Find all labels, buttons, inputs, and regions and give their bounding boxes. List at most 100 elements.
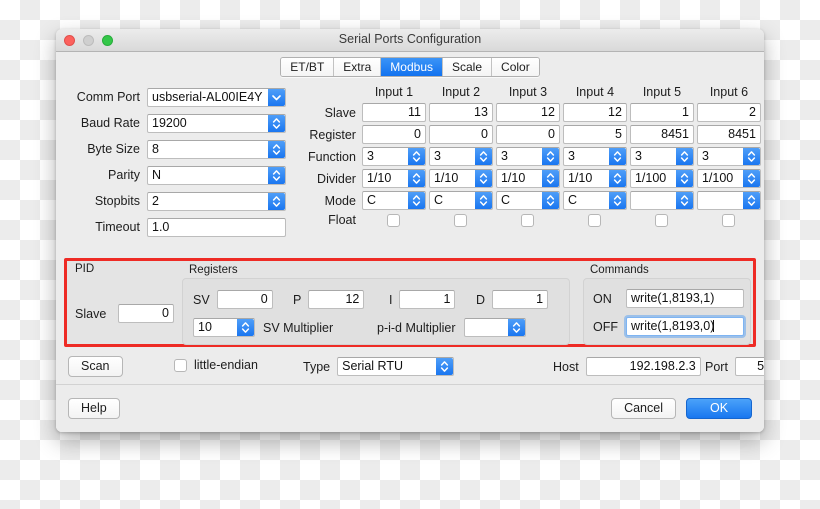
float-checkbox-2[interactable] [454,213,468,227]
register-input-5[interactable]: 8451 [629,125,694,144]
float-checkbox-4[interactable] [588,213,602,227]
pid-sv-field-row: SV 0 [193,290,273,309]
float-checkbox-3[interactable] [521,213,535,227]
stepper-updown-icon[interactable] [675,192,693,209]
dialog-footer: Help Cancel OK [56,384,764,432]
command-on-input[interactable]: write(1,8193,1) [626,289,744,308]
stepper-updown-icon[interactable] [268,166,285,184]
divider-stepper-6[interactable]: 1/100 [696,169,761,188]
mode-stepper-4[interactable]: C [562,191,627,210]
stepper-updown-icon[interactable] [541,170,559,187]
register-input-3[interactable]: 0 [495,125,560,144]
slave-input-1[interactable]: 11 [361,103,426,122]
stepper-updown-icon[interactable] [742,148,760,165]
command-on-label: ON [593,291,612,306]
register-input-2[interactable]: 0 [428,125,493,144]
slave-input-3[interactable]: 12 [495,103,560,122]
stepper-updown-icon[interactable] [407,170,425,187]
function-stepper-3[interactable]: 3 [495,147,560,166]
text-caret [713,320,715,332]
pid-i-input[interactable]: 1 [399,290,456,309]
mode-stepper-1[interactable]: C [361,191,426,210]
stepper-updown-icon[interactable] [268,114,285,132]
command-off-input[interactable]: write(1,8193,0) [626,317,744,336]
pid-sv-input[interactable]: 0 [216,290,273,309]
stepper-updown-icon[interactable] [608,148,626,165]
port-input[interactable]: 502 [734,357,764,376]
function-stepper-1[interactable]: 3 [361,147,426,166]
baud-rate-stepper[interactable]: 19200 [147,113,286,133]
register-input-6[interactable]: 8451 [696,125,761,144]
chevron-down-icon[interactable] [268,88,285,106]
function-stepper-4[interactable]: 3 [562,147,627,166]
row-label-mode: Mode [324,193,356,208]
divider-stepper-4[interactable]: 1/10 [562,169,627,188]
stepper-updown-icon[interactable] [268,192,285,210]
sv-multiplier-stepper[interactable]: 10 [193,318,255,337]
comm-port-row: Comm Port usbserial-AL00IE4Y [67,84,295,110]
comm-port-select[interactable]: usbserial-AL00IE4Y [147,87,286,107]
little-endian-checkbox[interactable] [174,358,187,372]
stepper-updown-icon[interactable] [675,170,693,187]
stepper-updown-icon[interactable] [474,148,492,165]
grid-corner [308,85,359,100]
divider-stepper-2[interactable]: 1/10 [428,169,493,188]
timeout-input[interactable]: 1.0 [147,217,286,237]
function-stepper-5[interactable]: 3 [629,147,694,166]
tab-scale[interactable]: Scale [443,58,493,76]
pid-p-input[interactable]: 12 [308,290,365,309]
mode-stepper-5[interactable] [629,191,694,210]
divider-stepper-1[interactable]: 1/10 [361,169,426,188]
mode-stepper-6[interactable] [696,191,761,210]
tab-color[interactable]: Color [492,58,539,76]
slave-input-5[interactable]: 1 [629,103,694,122]
stepper-updown-icon[interactable] [436,358,454,375]
stepper-updown-icon[interactable] [268,140,285,158]
divider-stepper-5[interactable]: 1/100 [629,169,694,188]
stepper-updown-icon[interactable] [507,319,525,336]
stepper-updown-icon[interactable] [407,148,425,165]
stepper-updown-icon[interactable] [474,170,492,187]
mode-stepper-3[interactable]: C [495,191,560,210]
stepper-updown-icon[interactable] [608,170,626,187]
float-checkbox-6[interactable] [722,213,736,227]
tab-etbt[interactable]: ET/BT [281,58,335,76]
float-checkbox-1[interactable] [387,213,401,227]
register-input-4[interactable]: 5 [562,125,627,144]
slave-input-2[interactable]: 13 [428,103,493,122]
tab-extra[interactable]: Extra [334,58,382,76]
slave-input-4[interactable]: 12 [562,103,627,122]
little-endian-row[interactable]: little-endian [174,358,258,372]
pid-multiplier-stepper[interactable] [463,318,526,337]
type-select[interactable]: Serial RTU [337,357,455,376]
ok-button[interactable]: OK [686,398,752,419]
divider-value-5: 1/100 [634,171,667,185]
help-button[interactable]: Help [68,398,120,419]
function-stepper-6[interactable]: 3 [696,147,761,166]
stepper-updown-icon[interactable] [237,319,254,336]
divider-stepper-3[interactable]: 1/10 [495,169,560,188]
byte-size-stepper[interactable]: 8 [147,139,286,159]
cancel-button[interactable]: Cancel [611,398,676,419]
tab-modbus[interactable]: Modbus [381,58,443,76]
stepper-updown-icon[interactable] [541,192,559,209]
stopbits-stepper[interactable]: 2 [147,191,286,211]
function-stepper-2[interactable]: 3 [428,147,493,166]
stepper-updown-icon[interactable] [474,192,492,209]
stepper-updown-icon[interactable] [742,170,760,187]
pid-d-input[interactable]: 1 [492,290,549,309]
float-checkbox-5[interactable] [655,213,669,227]
stepper-updown-icon[interactable] [608,192,626,209]
row-label-slave: Slave [324,105,356,120]
parity-stepper[interactable]: N [147,165,286,185]
slave-input-6[interactable]: 2 [696,103,761,122]
stepper-updown-icon[interactable] [541,148,559,165]
register-input-1[interactable]: 0 [361,125,426,144]
pid-slave-input[interactable]: 0 [118,304,174,323]
stepper-updown-icon[interactable] [407,192,425,209]
mode-stepper-2[interactable]: C [428,191,493,210]
scan-button[interactable]: Scan [68,356,123,377]
stepper-updown-icon[interactable] [675,148,693,165]
stepper-updown-icon[interactable] [742,192,760,209]
host-input[interactable]: 192.198.2.3 [585,357,701,376]
